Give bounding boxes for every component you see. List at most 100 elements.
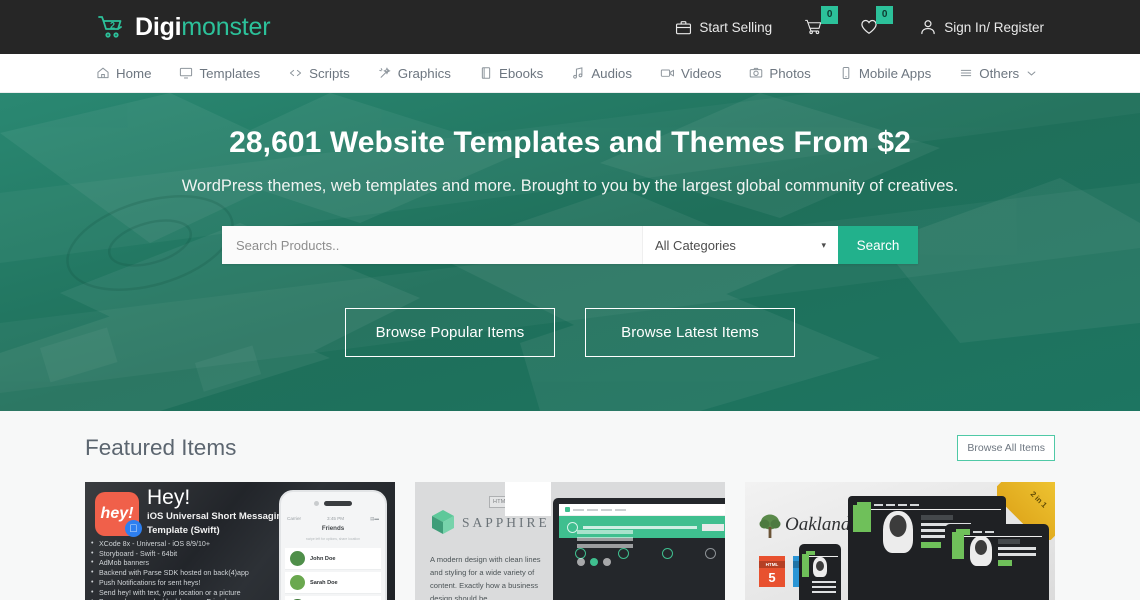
list-item: XCode 8x - Universal - iOS 8/9/10+ [91,539,249,550]
magic-wand-icon [378,66,392,80]
mobile-icon [839,66,853,80]
nav-label: Videos [680,65,722,81]
sign-in-register-label: Sign In/ Register [944,19,1044,35]
phone-mockup [799,544,841,600]
nav-label: Scripts [309,65,350,81]
phone-screen-note: swipe left for options, share location [306,537,360,541]
phone-status-bar: Carrier 3:45 PM ▤▬ [281,516,385,522]
logo-wordmark: Digimonster [135,12,271,42]
oakland-tree-icon [759,513,781,539]
nav-item-ebooks[interactable]: Ebooks [465,54,557,93]
avatar [290,551,305,566]
chevron-down-icon: ▾ [821,239,826,250]
nav-item-videos[interactable]: Videos [646,54,735,93]
phone-screen [802,550,838,593]
nav-item-photos[interactable]: Photos [735,54,824,93]
nav-item-graphics[interactable]: Graphics [364,54,465,93]
nav-item-templates[interactable]: Templates [165,54,274,93]
browse-popular-items-button[interactable]: Browse Popular Items [345,308,555,357]
phone-battery: ▤▬ [370,516,379,521]
user-icon [919,18,937,36]
cart-button[interactable]: 0 [790,0,845,54]
hamburger-icon [959,66,973,80]
search-input[interactable] [222,226,642,264]
music-note-icon [571,66,585,80]
logo-word-1: Digi [135,12,182,41]
phone-time: 3:45 PM [327,516,345,521]
book-icon [479,66,493,80]
apple-icon:  [125,520,142,537]
badge-digit: 5 [768,570,776,585]
hero-banner: 28,601 Website Templates and Themes From… [0,93,1140,411]
featured-items-section: Featured Items Browse All Items hey!  H… [0,411,1140,600]
nav-label: Templates [199,65,261,81]
main-navigation: Home Templates Scripts Graphics Ebooks A… [0,54,1140,93]
list-item: Storyboard - Swift - 64bit [91,549,249,560]
card-title: SAPPHIRE [462,515,550,530]
list-item: John Doe [285,548,381,570]
product-card-oakland[interactable]: 2 in 1 Oakland HTML 5 CSS 3 [745,482,1055,600]
sapphire-logo-icon [430,509,456,535]
start-selling-link[interactable]: Start Selling [657,0,790,54]
top-header-bar: 2 Digimonster Start Selling 0 0 Sign In/… [0,0,1140,54]
product-card-sapphire[interactable]: HTML SAPPHIRE A modern design with clean… [415,482,725,600]
search-button[interactable]: Search [838,226,918,264]
mock-person-photo [970,536,992,566]
start-selling-label: Start Selling [699,19,773,35]
phone-mockup: Carrier 3:45 PM ▤▬ Friends swipe left fo… [279,490,387,600]
contact-name: John Doe [310,555,336,562]
hero-subtitle: WordPress themes, web templates and more… [181,177,959,195]
list-item: AdMob banners [91,558,249,569]
list-item: Send hey! with text, your location or a … [91,588,249,599]
hero-search-bar: All Categories ▾ Search [222,226,918,264]
mock-navbar [853,501,1001,510]
hero-cta-row: Browse Popular Items Browse Latest Items [0,308,1140,357]
section-title: Featured Items [85,435,237,460]
nav-item-scripts[interactable]: Scripts [274,54,364,93]
laptop-screen [505,482,725,566]
html5-badge: HTML 5 [759,556,785,587]
nav-label: Graphics [397,65,451,81]
briefcase-icon [675,19,692,36]
card-title: Hey! [147,486,191,509]
cart-count-badge: 0 [821,6,839,24]
wishlist-button[interactable]: 0 [845,0,901,54]
product-card-hey[interactable]: hey!  Hey! iOS Universal Short Messagin… [85,482,395,600]
browse-latest-items-button[interactable]: Browse Latest Items [585,308,795,357]
nav-label: Photos [769,65,811,81]
header-actions: Start Selling 0 0 Sign In/ Register [657,0,1044,54]
mock-body [802,554,836,593]
nav-item-mobile-apps[interactable]: Mobile Apps [825,54,945,93]
phone-carrier: Carrier [287,516,302,521]
nav-item-home[interactable]: Home [96,54,165,93]
monitor-icon [179,66,193,80]
mock-text-lines [998,539,1036,569]
featured-cards-grid: hey!  Hey! iOS Universal Short Messagin… [85,482,1055,600]
sign-in-register-link[interactable]: Sign In/ Register [901,0,1044,54]
nav-label: Ebooks [498,65,544,81]
chevron-down-icon [1027,70,1036,77]
nav-item-others[interactable]: Others [945,54,1050,93]
mock-icon-row [577,558,611,566]
ribbon-label: 2 in 1 [1028,489,1049,510]
browse-all-items-button[interactable]: Browse All Items [957,435,1055,461]
nav-label: Home [116,65,152,81]
camera-icon [749,66,763,80]
mock-text-lines [577,530,633,551]
mock-person-photo [883,511,913,553]
card-title: Oakland [785,514,851,535]
nav-item-audios[interactable]: Audios [557,54,646,93]
logo-word-2: monster [181,12,271,41]
phone-screen-title: Friends [321,525,345,532]
badge-label: HTML [759,561,785,568]
phone-speaker [314,501,352,506]
list-item: Push Notifications for sent heys! [91,578,249,589]
code-icon [288,66,303,80]
category-select[interactable]: All Categories ▾ [642,226,838,264]
avatar [290,575,305,590]
wishlist-count-badge: 0 [876,6,894,24]
hero-title: 28,601 Website Templates and Themes From… [229,126,911,159]
mock-navbar [559,504,725,516]
svg-text:2: 2 [110,21,115,31]
site-logo[interactable]: 2 Digimonster [96,12,271,42]
